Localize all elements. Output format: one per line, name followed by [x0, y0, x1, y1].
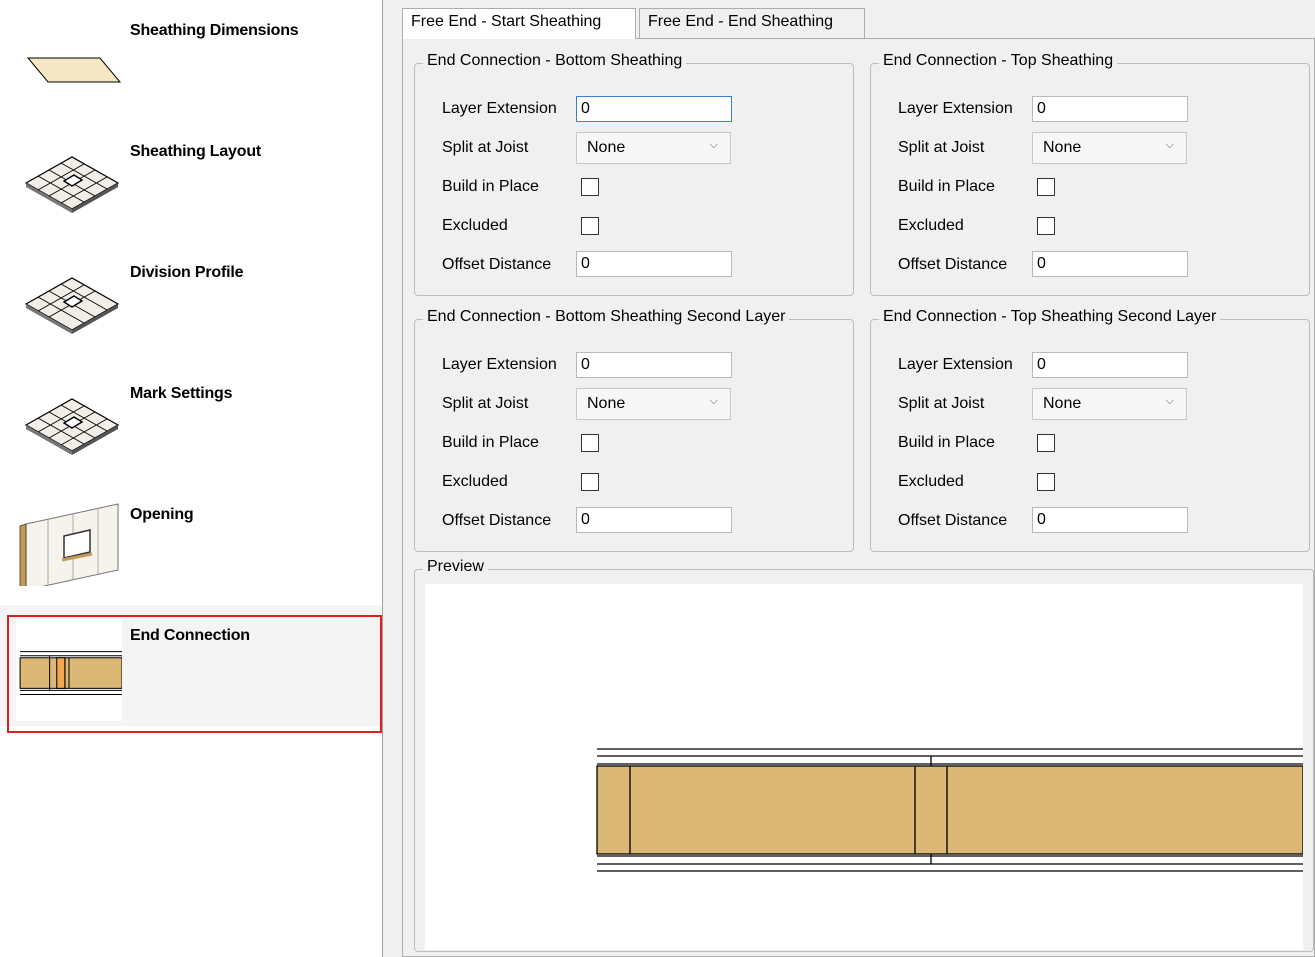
sidebar-item-label: End Connection [130, 627, 250, 644]
layer-extension-label: Layer Extension [898, 356, 1013, 373]
sheathing-dimensions-icon [26, 57, 122, 83]
sidebar-item-sheathing-dimensions[interactable]: Sheathing Dimensions [0, 0, 382, 121]
opening-icon [19, 503, 119, 586]
sidebar-item-label: Mark Settings [130, 385, 233, 402]
excluded-checkbox[interactable] [1037, 217, 1055, 235]
layer-extension-label: Layer Extension [442, 100, 557, 117]
group-title: End Connection - Top Sheathing Second La… [879, 308, 1221, 326]
layer-extension-label: Layer Extension [898, 100, 1013, 117]
layer-extension-input[interactable] [576, 352, 732, 378]
split-at-joist-select[interactable]: None ⌵ [1032, 132, 1187, 164]
split-at-joist-label: Split at Joist [442, 139, 529, 156]
excluded-label: Excluded [442, 473, 508, 490]
sidebar: Sheathing Dimensions Sheathing Layout Di… [0, 0, 383, 957]
tab-panel: End Connection - Bottom Sheathing Layer … [402, 38, 1315, 957]
layer-extension-label: Layer Extension [442, 356, 557, 373]
offset-distance-label: Offset Distance [898, 512, 1008, 529]
tab-free-end-end-sheathing[interactable]: Free End - End Sheathing [639, 8, 865, 38]
split-at-joist-label: Split at Joist [898, 139, 985, 156]
preview-canvas [425, 584, 1304, 950]
group-top-sheathing: End Connection - Top Sheathing Layer Ext… [870, 52, 1310, 296]
build-in-place-label: Build in Place [898, 178, 995, 195]
offset-distance-label: Offset Distance [898, 256, 1008, 273]
chevron-down-icon: ⌵ [709, 139, 718, 151]
group-preview: Preview [414, 558, 1314, 952]
sidebar-item-end-connection[interactable]: End Connection [0, 605, 382, 726]
build-in-place-checkbox[interactable] [581, 434, 599, 452]
build-in-place-label: Build in Place [442, 434, 539, 451]
sidebar-item-mark-settings[interactable]: Mark Settings [0, 363, 382, 484]
sidebar-item-label: Division Profile [130, 264, 244, 281]
sidebar-item-label: Opening [130, 506, 194, 523]
offset-distance-input[interactable] [1032, 507, 1188, 533]
split-at-joist-select[interactable]: None ⌵ [576, 132, 731, 164]
end-connection-preview-drawing [596, 748, 1304, 872]
split-at-joist-value: None [587, 395, 626, 412]
sidebar-item-sheathing-layout[interactable]: Sheathing Layout [0, 121, 382, 242]
group-title: End Connection - Top Sheathing [879, 52, 1118, 70]
excluded-label: Excluded [898, 473, 964, 490]
split-at-joist-label: Split at Joist [898, 395, 985, 412]
chevron-down-icon: ⌵ [1165, 395, 1174, 407]
split-at-joist-value: None [1043, 395, 1082, 412]
sidebar-item-label: Sheathing Dimensions [130, 22, 299, 39]
layer-extension-input[interactable] [1032, 352, 1188, 378]
excluded-label: Excluded [442, 217, 508, 234]
sidebar-item-opening[interactable]: Opening [0, 484, 382, 605]
build-in-place-checkbox[interactable] [1037, 178, 1055, 196]
preview-title: Preview [423, 558, 488, 576]
split-at-joist-label: Split at Joist [442, 395, 529, 412]
sheathing-layout-icon [24, 156, 120, 213]
split-at-joist-select[interactable]: None ⌵ [1032, 388, 1187, 420]
mark-settings-icon [24, 398, 120, 455]
build-in-place-checkbox[interactable] [1037, 434, 1055, 452]
offset-distance-input[interactable] [1032, 251, 1188, 277]
offset-distance-input[interactable] [576, 251, 732, 277]
excluded-checkbox[interactable] [581, 473, 599, 491]
sidebar-item-label: Sheathing Layout [130, 143, 262, 160]
group-bottom-sheathing: End Connection - Bottom Sheathing Layer … [414, 52, 854, 296]
chevron-down-icon: ⌵ [1165, 139, 1174, 151]
sidebar-item-division-profile[interactable]: Division Profile [0, 242, 382, 363]
build-in-place-checkbox[interactable] [581, 178, 599, 196]
group-title: End Connection - Bottom Sheathing [423, 52, 687, 70]
group-top-sheathing-second-layer: End Connection - Top Sheathing Second La… [870, 308, 1310, 552]
build-in-place-label: Build in Place [442, 178, 539, 195]
division-profile-icon [24, 277, 120, 334]
excluded-label: Excluded [898, 217, 964, 234]
group-bottom-sheathing-second-layer: End Connection - Bottom Sheathing Second… [414, 308, 854, 552]
split-at-joist-select[interactable]: None ⌵ [576, 388, 731, 420]
build-in-place-label: Build in Place [898, 434, 995, 451]
end-connection-icon [16, 619, 122, 721]
split-at-joist-value: None [587, 139, 626, 156]
tab-free-end-start-sheathing[interactable]: Free End - Start Sheathing [402, 8, 636, 39]
chevron-down-icon: ⌵ [709, 395, 718, 407]
offset-distance-label: Offset Distance [442, 512, 552, 529]
excluded-checkbox[interactable] [581, 217, 599, 235]
split-at-joist-value: None [1043, 139, 1082, 156]
layer-extension-input[interactable] [1032, 96, 1188, 122]
offset-distance-label: Offset Distance [442, 256, 552, 273]
offset-distance-input[interactable] [576, 507, 732, 533]
group-title: End Connection - Bottom Sheathing Second… [423, 308, 790, 326]
excluded-checkbox[interactable] [1037, 473, 1055, 491]
layer-extension-input[interactable] [576, 96, 732, 122]
